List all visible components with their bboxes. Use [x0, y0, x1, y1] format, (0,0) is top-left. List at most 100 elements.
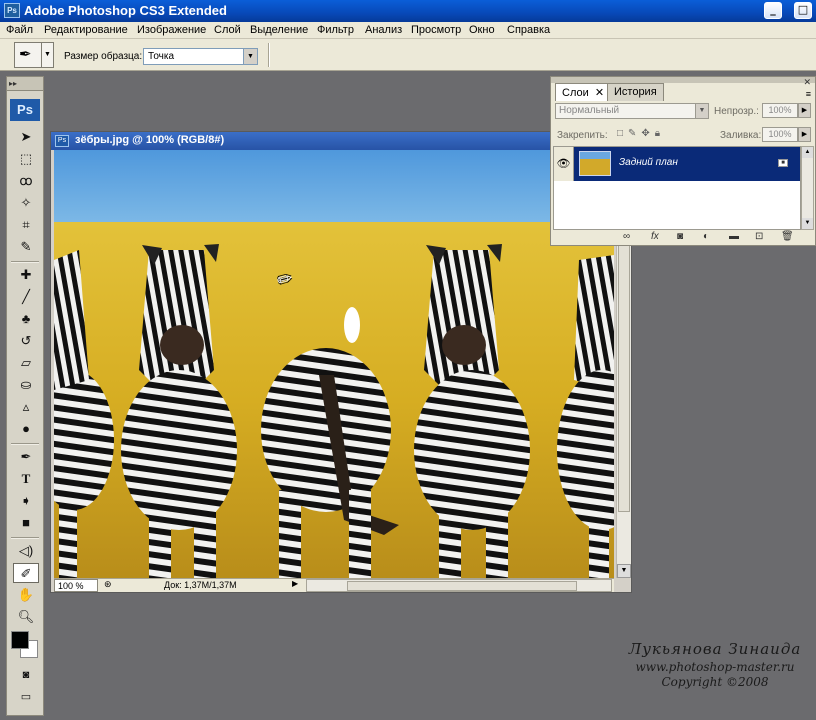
zoom-level-field[interactable]: 100 %	[54, 579, 98, 592]
opacity-field[interactable]: 100%	[762, 103, 798, 118]
layers-panel-footer: ∞ fx ◙ ◐ ▬ ⊡ 🗑︎	[551, 230, 815, 245]
foreground-color-swatch[interactable]	[11, 631, 29, 649]
zoom-preview-icon[interactable]: ⊛	[104, 579, 112, 590]
dodge-tool-icon[interactable]: ●	[13, 419, 39, 439]
photoshop-logo[interactable]: Ps	[10, 99, 40, 121]
fill-slider-arrow-icon[interactable]: ▶	[798, 127, 811, 142]
menu-select[interactable]: Выделение	[250, 24, 308, 36]
clone-stamp-tool-icon[interactable]: ♣	[13, 309, 39, 329]
document-ps-icon: Ps	[55, 135, 69, 147]
hand-tool-icon[interactable]: ✋	[13, 585, 39, 605]
layers-scrollbar[interactable]: ▲ ▼	[801, 146, 814, 230]
eraser-tool-icon[interactable]: ▱	[13, 353, 39, 373]
notes-tool-icon[interactable]: ◁)	[13, 541, 39, 561]
author-watermark: Лукьянова Зинаида www.photoshop-master.r…	[620, 640, 810, 689]
history-brush-tool-icon[interactable]: ↺	[13, 331, 39, 351]
blur-tool-icon[interactable]: ▵	[13, 397, 39, 417]
toolbox-divider	[11, 261, 39, 263]
layer-style-fx-icon[interactable]: fx	[651, 231, 659, 242]
eyedropper-icon: ✒	[19, 46, 32, 63]
sample-size-value: Точка	[148, 51, 175, 62]
screen-mode-icon[interactable]: ▭	[13, 687, 39, 707]
dropdown-arrow-icon: ▼	[41, 43, 53, 67]
status-menu-arrow-icon[interactable]: ▶	[292, 579, 298, 588]
fill-field[interactable]: 100%	[762, 127, 798, 142]
toolbox-grip[interactable]: ▸▸	[7, 77, 43, 91]
blend-mode-select[interactable]: Нормальный ▼	[555, 103, 709, 119]
layer-name[interactable]: Задний план	[619, 157, 678, 168]
watermark-author: Лукьянова Зинаида	[628, 640, 802, 658]
marquee-tool-icon[interactable]: ⬚	[13, 149, 39, 169]
options-divider	[268, 43, 270, 67]
crop-tool-icon[interactable]: ⌗	[13, 215, 39, 235]
new-layer-icon[interactable]: ⊡	[755, 231, 763, 242]
zebras-photo	[54, 150, 614, 580]
lock-options-icons[interactable]: □✎✥🔒︎	[617, 128, 665, 139]
menu-help[interactable]: Справка	[507, 24, 550, 36]
menu-image[interactable]: Изображение	[137, 24, 206, 36]
layer-row[interactable]: 👁︎ Задний план ■	[554, 147, 800, 181]
menu-view[interactable]: Просмотр	[411, 24, 461, 36]
brush-tool-icon[interactable]: ╱	[13, 287, 39, 307]
pen-tool-icon[interactable]: ✒	[13, 447, 39, 467]
options-bar: ✒ ▼ Размер образца: Точка ▼	[0, 39, 816, 71]
new-group-folder-icon[interactable]: ▬	[729, 231, 739, 242]
document-size-info[interactable]: Док: 1,37M/1,37M	[164, 580, 237, 590]
layer-thumbnail	[579, 151, 611, 176]
layer-lock-icon: ■	[778, 159, 788, 167]
menu-window[interactable]: Окно	[469, 24, 495, 36]
menu-edit[interactable]: Редактирование	[44, 24, 128, 36]
chevron-down-icon: ▼	[243, 49, 257, 64]
panel-close-icon[interactable]: ✕	[803, 77, 811, 88]
sample-size-select[interactable]: Точка ▼	[143, 48, 258, 65]
scroll-thumb[interactable]	[347, 581, 577, 591]
toolbox-divider	[11, 537, 39, 539]
toolbox-divider	[11, 443, 39, 445]
path-selection-tool-icon[interactable]: ➧	[13, 491, 39, 511]
tool-preset-picker[interactable]: ✒ ▼	[14, 42, 54, 68]
menu-file[interactable]: Файл	[6, 24, 33, 36]
document-status-bar: 100 % ⊛ Док: 1,37M/1,37M ▶	[54, 578, 614, 592]
photoshop-app-icon: Ps	[4, 3, 20, 18]
eye-visibility-icon[interactable]: 👁︎	[554, 147, 574, 181]
tab-layers-label: Слои	[562, 87, 589, 99]
blend-mode-value: Нормальный	[559, 105, 620, 116]
opacity-slider-arrow-icon[interactable]: ▶	[798, 103, 811, 118]
tab-layers[interactable]: Слои ✕	[555, 83, 612, 101]
document-horizontal-scrollbar[interactable]	[306, 579, 612, 592]
adjustment-layer-icon[interactable]: ◐	[703, 231, 709, 242]
image-canvas[interactable]	[54, 150, 614, 580]
menu-analysis[interactable]: Анализ	[365, 24, 402, 36]
type-tool-icon[interactable]: T	[13, 469, 39, 489]
minimize-button[interactable]: _	[764, 2, 782, 19]
quick-mask-icon[interactable]: ◙	[13, 665, 39, 685]
document-window: Ps зёбры.jpg @ 100% (RGB/8#) ▼ 100 % ⊛ Д…	[50, 131, 632, 593]
paint-bucket-tool-icon[interactable]: ⛀	[13, 375, 39, 395]
watermark-copyright: Copyright ©2008	[661, 675, 769, 689]
delete-layer-trash-icon[interactable]: 🗑︎	[781, 231, 794, 242]
panel-menu-icon[interactable]: ≡	[806, 89, 811, 99]
slice-tool-icon[interactable]: ✎	[13, 237, 39, 257]
scroll-down-arrow-icon[interactable]: ▼	[617, 564, 631, 578]
tab-history[interactable]: История	[607, 83, 664, 101]
restore-button[interactable]: □	[794, 2, 812, 19]
toolbox: ▸▸ Ps ➤ ⬚ ꝏ ✧ ⌗ ✎ ✚ ╱ ♣ ↺ ▱ ⛀ ▵ ● ✒ T ➧ …	[6, 76, 44, 716]
scroll-down-arrow-icon[interactable]: ▼	[802, 218, 813, 229]
rectangle-tool-icon[interactable]: ■	[13, 513, 39, 533]
link-layers-icon[interactable]: ∞	[623, 231, 630, 242]
move-tool-icon[interactable]: ➤	[13, 127, 39, 147]
magic-wand-tool-icon[interactable]: ✧	[13, 193, 39, 213]
document-title-bar[interactable]: Ps зёбры.jpg @ 100% (RGB/8#)	[51, 132, 631, 150]
zoom-tool-icon[interactable]: 🔍︎	[13, 607, 39, 627]
menu-layer[interactable]: Слой	[214, 24, 241, 36]
scroll-up-arrow-icon[interactable]: ▲	[802, 147, 813, 158]
healing-brush-tool-icon[interactable]: ✚	[13, 265, 39, 285]
eyedropper-tool-icon[interactable]: ✐	[13, 563, 39, 583]
tab-close-icon[interactable]: ✕	[595, 87, 604, 99]
add-mask-icon[interactable]: ◙	[677, 231, 683, 242]
menu-filter[interactable]: Фильтр	[317, 24, 354, 36]
layers-list: 👁︎ Задний план ■	[553, 146, 801, 230]
fill-label: Заливка:	[720, 130, 762, 141]
menu-bar: Файл Редактирование Изображение Слой Выд…	[0, 22, 816, 39]
lasso-tool-icon[interactable]: ꝏ	[13, 171, 39, 191]
